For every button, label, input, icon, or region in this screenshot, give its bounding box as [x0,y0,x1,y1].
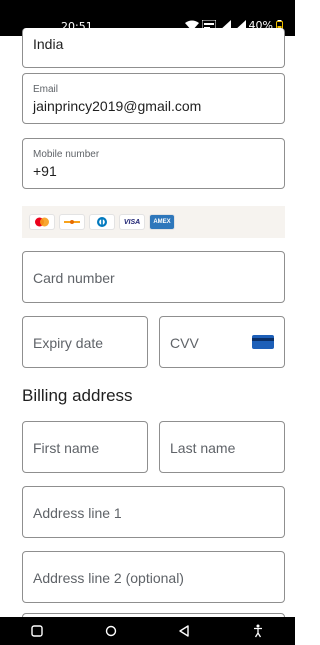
email-label: Email [33,84,59,95]
expiry-date-input[interactable]: Expiry date [22,316,148,368]
card-number-input[interactable]: Card number [22,251,285,303]
expiry-date-placeholder: Expiry date [33,335,104,351]
mobile-number-field[interactable]: Mobile number +91 [22,138,285,189]
mobile-number-value: +91 [33,163,57,179]
card-brands-row: VISA AMEX [22,206,285,238]
country-field[interactable]: India [22,28,285,68]
system-nav-bar [0,617,295,645]
home-icon[interactable] [95,619,127,643]
card-back-icon [252,335,274,349]
address-line-1-input[interactable]: Address line 1 [22,486,285,538]
last-name-input[interactable]: Last name [159,421,285,473]
card-number-placeholder: Card number [33,270,115,286]
mobile-number-label: Mobile number [33,149,100,160]
cvv-input[interactable]: CVV [159,316,285,368]
address-line-1-placeholder: Address line 1 [33,505,122,521]
recents-icon[interactable] [21,619,53,643]
back-icon[interactable] [168,619,200,643]
email-value: jainprincy2019@gmail.com [33,98,202,114]
address-line-2-input[interactable]: Address line 2 (optional) [22,551,285,603]
amex-icon: AMEX [150,215,174,229]
accessibility-icon[interactable] [242,619,274,643]
mastercard-icon [30,215,54,229]
address-line-2-placeholder: Address line 2 (optional) [33,570,184,586]
discover-icon [60,215,84,229]
last-name-placeholder: Last name [170,440,236,456]
diners-club-icon [90,215,114,229]
email-field[interactable]: Email jainprincy2019@gmail.com [22,73,285,124]
country-value: India [33,36,64,52]
first-name-input[interactable]: First name [22,421,148,473]
visa-icon: VISA [120,215,144,229]
cvv-placeholder: CVV [170,335,199,351]
first-name-placeholder: First name [33,440,100,456]
billing-address-heading: Billing address [22,386,133,405]
